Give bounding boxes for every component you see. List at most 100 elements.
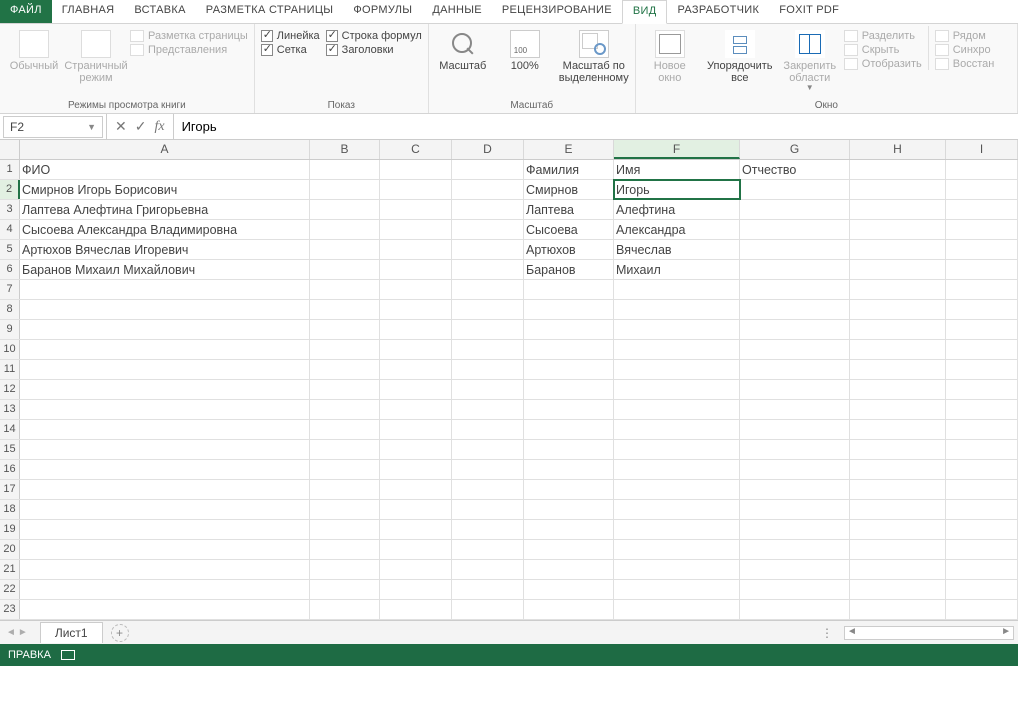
cell-D13[interactable]: [452, 400, 524, 419]
cell-A14[interactable]: [20, 420, 310, 439]
cell-H13[interactable]: [850, 400, 946, 419]
cell-B11[interactable]: [310, 360, 380, 379]
tab-вставка[interactable]: ВСТАВКА: [124, 0, 195, 23]
cell-E21[interactable]: [524, 560, 614, 579]
chevron-down-icon[interactable]: ▼: [87, 122, 96, 132]
cell-I7[interactable]: [946, 280, 1018, 299]
cell-D15[interactable]: [452, 440, 524, 459]
cell-I20[interactable]: [946, 540, 1018, 559]
cell-F15[interactable]: [614, 440, 740, 459]
row-header[interactable]: 14: [0, 420, 20, 439]
cell-C11[interactable]: [380, 360, 452, 379]
cell-D8[interactable]: [452, 300, 524, 319]
cell-G23[interactable]: [740, 600, 850, 619]
tab-данные[interactable]: ДАННЫЕ: [422, 0, 492, 23]
cell-E16[interactable]: [524, 460, 614, 479]
cell-E23[interactable]: [524, 600, 614, 619]
cell-A13[interactable]: [20, 400, 310, 419]
cell-I3[interactable]: [946, 200, 1018, 219]
cell-B6[interactable]: [310, 260, 380, 279]
cell-I18[interactable]: [946, 500, 1018, 519]
cell-F16[interactable]: [614, 460, 740, 479]
cell-B23[interactable]: [310, 600, 380, 619]
row-header[interactable]: 3: [0, 200, 20, 219]
cell-C8[interactable]: [380, 300, 452, 319]
row-header[interactable]: 17: [0, 480, 20, 499]
sheet-nav[interactable]: ◄►: [0, 627, 34, 638]
cell-E22[interactable]: [524, 580, 614, 599]
cell-I21[interactable]: [946, 560, 1018, 579]
cell-A21[interactable]: [20, 560, 310, 579]
cell-H22[interactable]: [850, 580, 946, 599]
custom-views-button[interactable]: Представления: [130, 44, 248, 56]
row-header[interactable]: 12: [0, 380, 20, 399]
cell-E19[interactable]: [524, 520, 614, 539]
cell-C19[interactable]: [380, 520, 452, 539]
row-header[interactable]: 21: [0, 560, 20, 579]
cell-C7[interactable]: [380, 280, 452, 299]
cell-I5[interactable]: [946, 240, 1018, 259]
row-header[interactable]: 16: [0, 460, 20, 479]
cell-B8[interactable]: [310, 300, 380, 319]
cell-G19[interactable]: [740, 520, 850, 539]
cell-E17[interactable]: [524, 480, 614, 499]
cell-H14[interactable]: [850, 420, 946, 439]
row-header[interactable]: 18: [0, 500, 20, 519]
tab-bar-divider[interactable]: ⋮: [811, 626, 844, 640]
cell-H10[interactable]: [850, 340, 946, 359]
row-header[interactable]: 7: [0, 280, 20, 299]
cell-D17[interactable]: [452, 480, 524, 499]
horizontal-scrollbar[interactable]: [844, 626, 1014, 640]
cell-B9[interactable]: [310, 320, 380, 339]
cell-H18[interactable]: [850, 500, 946, 519]
cell-E1[interactable]: Фамилия: [524, 160, 614, 179]
row-header[interactable]: 6: [0, 260, 20, 279]
name-box[interactable]: F2▼: [3, 116, 103, 138]
formula-input[interactable]: [174, 114, 1018, 139]
cell-E15[interactable]: [524, 440, 614, 459]
arrange-all-button[interactable]: Упорядочить все: [704, 26, 776, 84]
cell-C16[interactable]: [380, 460, 452, 479]
nav-prev-icon[interactable]: ◄: [6, 627, 16, 638]
cell-E3[interactable]: Лаптева: [524, 200, 614, 219]
cell-B12[interactable]: [310, 380, 380, 399]
cell-C23[interactable]: [380, 600, 452, 619]
cell-B7[interactable]: [310, 280, 380, 299]
cell-D20[interactable]: [452, 540, 524, 559]
split-button[interactable]: Разделить: [844, 30, 922, 42]
cell-D14[interactable]: [452, 420, 524, 439]
cell-E20[interactable]: [524, 540, 614, 559]
cell-D6[interactable]: [452, 260, 524, 279]
cell-D2[interactable]: [452, 180, 524, 199]
cell-B21[interactable]: [310, 560, 380, 579]
cell-A22[interactable]: [20, 580, 310, 599]
cell-E11[interactable]: [524, 360, 614, 379]
cell-A12[interactable]: [20, 380, 310, 399]
cell-G12[interactable]: [740, 380, 850, 399]
cell-C22[interactable]: [380, 580, 452, 599]
cell-A1[interactable]: ФИО: [20, 160, 310, 179]
cell-E4[interactable]: Сысоева: [524, 220, 614, 239]
tab-file[interactable]: ФАЙЛ: [0, 0, 52, 23]
row-header[interactable]: 10: [0, 340, 20, 359]
cell-G1[interactable]: Отчество: [740, 160, 850, 179]
col-header-B[interactable]: B: [310, 140, 380, 159]
cell-D18[interactable]: [452, 500, 524, 519]
row-header[interactable]: 1: [0, 160, 20, 179]
cell-E6[interactable]: Баранов: [524, 260, 614, 279]
cell-B13[interactable]: [310, 400, 380, 419]
cell-A4[interactable]: Сысоева Александра Владимировна: [20, 220, 310, 239]
cell-C1[interactable]: [380, 160, 452, 179]
cell-F18[interactable]: [614, 500, 740, 519]
cell-I22[interactable]: [946, 580, 1018, 599]
cell-D19[interactable]: [452, 520, 524, 539]
cell-G21[interactable]: [740, 560, 850, 579]
col-header-C[interactable]: C: [380, 140, 452, 159]
cell-G17[interactable]: [740, 480, 850, 499]
cell-I6[interactable]: [946, 260, 1018, 279]
ruler-checkbox[interactable]: Линейка: [261, 30, 320, 42]
page-layout-button[interactable]: Разметка страницы: [130, 30, 248, 42]
cell-G8[interactable]: [740, 300, 850, 319]
cell-D9[interactable]: [452, 320, 524, 339]
cell-C4[interactable]: [380, 220, 452, 239]
